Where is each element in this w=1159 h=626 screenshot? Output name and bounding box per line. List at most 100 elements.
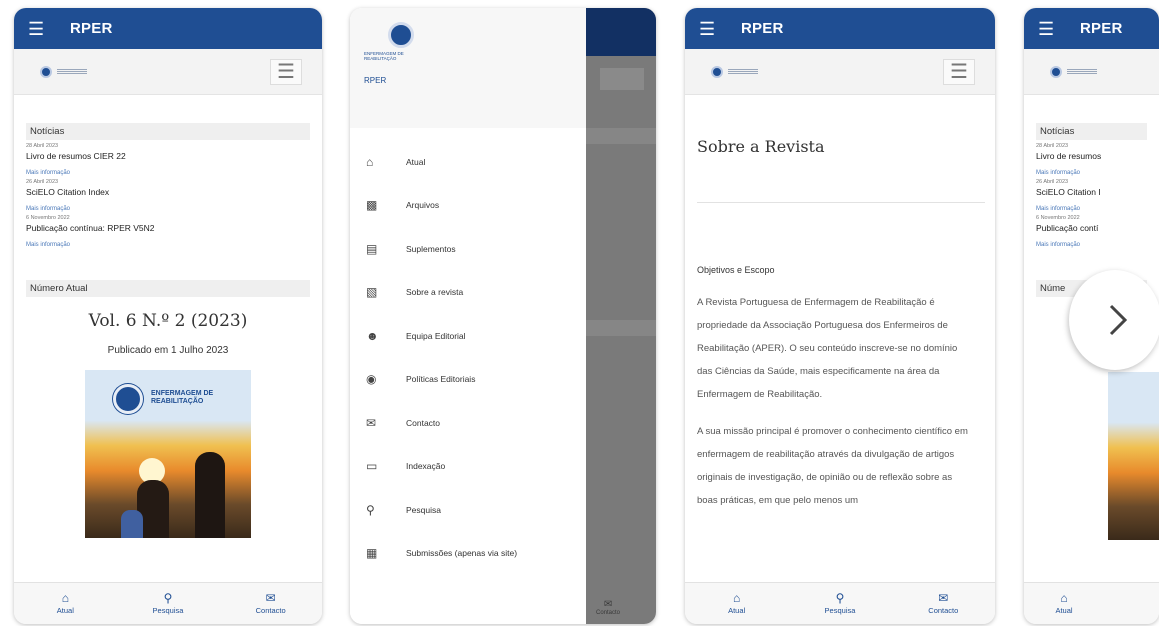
drawer-item-label: Suplementos	[406, 243, 456, 254]
app-bar: ☰ RPER	[1024, 8, 1159, 49]
nav-label: Atual	[728, 606, 746, 615]
drawer-logo-text: ENFERMAGEM DE REABILITAÇÃO	[364, 51, 572, 62]
app-title: RPER	[1080, 20, 1123, 37]
navigation-drawer: ENFERMAGEM DE REABILITAÇÃO RPER ⌂ Atual ▩…	[350, 8, 586, 624]
nav-label: Pesquisa	[152, 606, 184, 615]
chevron-right-icon	[1109, 304, 1128, 336]
site-logo[interactable]	[40, 65, 87, 78]
supplements-icon: ▤	[366, 241, 378, 256]
carousel-next-button[interactable]	[1069, 270, 1159, 370]
home-icon: ⌂	[1060, 591, 1068, 605]
drawer-title: RPER	[364, 75, 387, 85]
current-issue-heading: Número Atual	[26, 280, 310, 297]
news-date: 28 Abril 2023	[26, 143, 59, 149]
nav-contact[interactable]: ✉ Contacto	[913, 592, 973, 615]
search-icon: ⚲	[835, 591, 845, 605]
hamburger-menu-icon[interactable]: ☰	[28, 20, 56, 38]
news-heading: Notícias	[1036, 123, 1147, 140]
drawer-item-about[interactable]: ▧ Sobre a revista	[350, 271, 586, 315]
news-title[interactable]: Livro de resumos CIER 22	[26, 151, 310, 161]
mail-icon: ✉	[603, 599, 613, 610]
mail-icon: ✉	[265, 591, 276, 605]
site-header: ☰	[685, 49, 995, 95]
nav-current[interactable]: ⌂ Atual	[1044, 592, 1084, 615]
journal-seal-icon	[113, 384, 143, 414]
drawer-item-policies[interactable]: ◉ Políticas Editoriais	[350, 358, 586, 402]
site-logo[interactable]	[711, 65, 758, 78]
hamburger-menu-icon[interactable]: ☰	[699, 20, 727, 38]
screenshot-home: ☰ RPER ☰ Notícias 28 Abril 2023 Livro de…	[14, 8, 322, 624]
drawer-item-archives[interactable]: ▩ Arquivos	[350, 184, 586, 228]
drawer-item-editorial-team[interactable]: ☻ Equipa Editorial	[350, 314, 586, 358]
bottom-navigation: ⌂ Atual ⚲ Pesquisa ✉ Contacto	[685, 582, 995, 624]
news-title[interactable]: SciELO Citation I	[1036, 187, 1147, 197]
nav-search[interactable]: ⚲ Pesquisa	[810, 592, 870, 615]
person-silhouette	[121, 510, 143, 538]
person-icon: ☻	[366, 328, 379, 343]
news-more-link[interactable]: Mais informação	[1036, 206, 1147, 212]
scrim-contact: ✉ Contacto	[596, 599, 620, 616]
drawer-item-indexing[interactable]: ▭ Indexação	[350, 445, 586, 489]
nav-search[interactable]: ⚲ Pesquisa	[138, 592, 198, 615]
news-more-link[interactable]: Mais informação	[1036, 242, 1147, 248]
nav-label: Contacto	[255, 606, 286, 615]
drawer-item-supplements[interactable]: ▤ Suplementos	[350, 227, 586, 271]
news-title[interactable]: Publicação contínua: RPER V5N2	[26, 223, 310, 233]
screenshot-about: ☰ RPER ☰ Sobre a Revista Objetivos e Esc…	[685, 8, 995, 624]
nav-label: Pesquisa	[824, 606, 856, 615]
nav-current[interactable]: ⌂ Atual	[35, 592, 95, 615]
about-paragraph: A Revista Portuguesa de Enfermagem de Re…	[697, 297, 958, 400]
news-more-link[interactable]: Mais informação	[26, 206, 310, 212]
news-item: 6 Novembro 2022 Publicação contínua: RPE…	[26, 215, 310, 248]
drawer-item-label: Políticas Editoriais	[406, 374, 476, 385]
scrim-site-header	[600, 68, 644, 90]
news-date: 26 Abril 2023	[1036, 179, 1069, 185]
site-menu-icon[interactable]: ☰	[943, 58, 975, 85]
page-title: Sobre a Revista	[697, 137, 825, 156]
issue-published-date: Publicado em 1 Julho 2023	[107, 345, 229, 356]
news-item: 28 Abril 2023 Livro de resumos CIER 22 M…	[26, 143, 310, 176]
search-icon: ⚲	[163, 591, 173, 605]
site-logo[interactable]	[1050, 65, 1097, 78]
scrim-contact-label: Contacto	[596, 610, 621, 616]
logo-text-line: REABILITAÇÃO	[364, 56, 397, 62]
journal-logo-icon	[388, 22, 414, 48]
news-more-link[interactable]: Mais informação	[1036, 170, 1147, 176]
drawer-item-label: Arquivos	[406, 200, 440, 211]
search-icon: ⚲	[366, 502, 375, 517]
cover-title-line: REABILITAÇÃO	[151, 398, 204, 406]
news-more-link[interactable]: Mais informação	[26, 242, 310, 248]
person-silhouette	[195, 452, 225, 538]
news-title[interactable]: Livro de resumos	[1036, 151, 1147, 161]
news-title[interactable]: SciELO Citation Index	[26, 187, 310, 197]
drawer-item-search[interactable]: ⚲ Pesquisa	[350, 488, 586, 532]
news-date: 28 Abril 2023	[1036, 143, 1069, 149]
shield-icon: ◉	[366, 372, 377, 387]
issue-cover-image[interactable]	[1108, 372, 1159, 540]
drawer-item-contact[interactable]: ✉ Contacto	[350, 401, 586, 445]
drawer-item-label: Contacto	[406, 417, 441, 428]
issue-cover-image[interactable]: ENFERMAGEM DE REABILITAÇÃO	[85, 370, 251, 538]
news-title[interactable]: Publicação contí	[1036, 223, 1147, 233]
nav-label: Contacto	[928, 606, 959, 615]
app-bar: ☰ RPER	[14, 8, 322, 49]
drawer-item-label: Indexação	[406, 461, 446, 472]
mail-icon: ✉	[366, 415, 377, 430]
nav-current[interactable]: ⌂ Atual	[707, 592, 767, 615]
drawer-scrim[interactable]: ✉ Contacto	[586, 8, 656, 624]
about-paragraph: A sua missão principal é promover o conh…	[697, 426, 968, 506]
news-date: 6 Novembro 2022	[26, 215, 70, 221]
home-icon: ⌂	[733, 591, 741, 605]
news-more-link[interactable]: Mais informação	[26, 170, 310, 176]
screenshot-drawer: ENFERMAGEM DE REABILITAÇÃO RPER ⌂ Atual ▩…	[350, 8, 656, 624]
site-header	[1024, 49, 1159, 95]
drawer-item-label: Equipa Editorial	[406, 330, 466, 341]
drawer-item-current[interactable]: ⌂ Atual	[350, 140, 586, 184]
drawer-item-submissions[interactable]: ▦ Submissões (apenas via site)	[350, 532, 586, 576]
hamburger-menu-icon[interactable]: ☰	[1038, 20, 1066, 38]
scrim-heading-bar	[586, 320, 656, 336]
nav-contact[interactable]: ✉ Contacto	[241, 592, 301, 615]
nav-label: Atual	[56, 606, 74, 615]
news-item: 26 Abril 2023 SciELO Citation Index Mais…	[26, 179, 310, 212]
site-menu-icon[interactable]: ☰	[270, 58, 302, 85]
